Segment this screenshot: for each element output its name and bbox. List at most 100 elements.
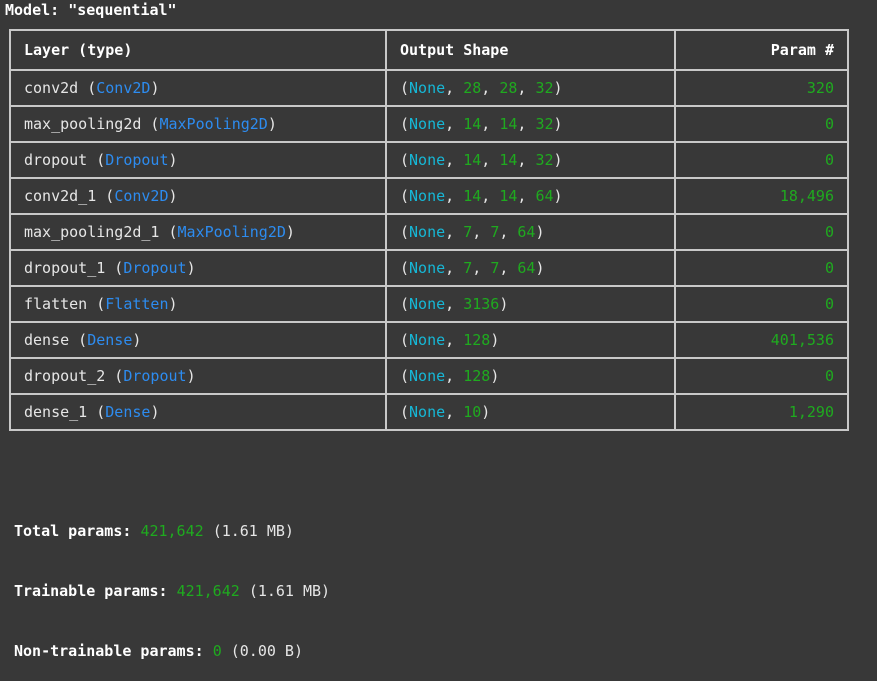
shape-batch-dim: None <box>409 295 446 313</box>
layer-cell: dense_1 (Dense) <box>9 393 387 431</box>
table-row: max_pooling2d (MaxPooling2D) (None, 14, 1… <box>9 105 849 143</box>
table-row: dense_1 (Dense) (None, 10) 1,290 <box>9 393 849 431</box>
layer-cell: conv2d_1 (Conv2D) <box>9 177 387 215</box>
params-summary: Total params: 421,642 (1.61 MB) Trainabl… <box>14 481 330 681</box>
output-shape-cell: (None, 128) <box>385 357 676 395</box>
output-shape-cell: (None, 7, 7, 64) <box>385 213 676 251</box>
param-count-cell: 0 <box>674 357 849 395</box>
shape-dim: 64 <box>535 187 554 205</box>
column-header-layer: Layer (type) <box>9 29 387 71</box>
shape-dim: 32 <box>535 115 554 133</box>
layer-type: Dropout <box>123 367 187 385</box>
layer-type: MaxPooling2D <box>159 115 268 133</box>
model-summary-table: Layer (type) Output Shape Param # conv2d… <box>9 29 849 431</box>
table-row: max_pooling2d_1 (MaxPooling2D) (None, 7, … <box>9 213 849 251</box>
param-count-cell: 0 <box>674 105 849 143</box>
layer-name: flatten <box>24 295 88 313</box>
non-trainable-params-label: Non-trainable params: <box>14 642 204 660</box>
trainable-params-value: 421,642 <box>176 582 240 600</box>
shape-dim: 14 <box>463 115 482 133</box>
param-count: 401,536 <box>770 331 834 349</box>
shape-batch-dim: None <box>409 403 446 421</box>
non-trainable-params-value: 0 <box>212 642 222 660</box>
trainable-params-label: Trainable params: <box>14 582 168 600</box>
shape-dim: 14 <box>499 187 518 205</box>
shape-batch-dim: None <box>409 115 446 133</box>
table-row: dropout_2 (Dropout) (None, 128) 0 <box>9 357 849 395</box>
table-header-row: Layer (type) Output Shape Param # <box>9 29 849 71</box>
output-shape-cell: (None, 10) <box>385 393 676 431</box>
shape-dim: 14 <box>463 187 482 205</box>
layer-type: Dense <box>87 331 133 349</box>
trainable-params-size: (1.61 MB) <box>248 582 331 600</box>
output-shape-cell: (None, 7, 7, 64) <box>385 249 676 287</box>
shape-batch-dim: None <box>409 223 446 241</box>
shape-dim: 128 <box>463 331 491 349</box>
shape-dim: 7 <box>490 223 500 241</box>
param-count-cell: 0 <box>674 141 849 179</box>
shape-batch-dim: None <box>409 187 446 205</box>
param-count: 0 <box>824 115 834 133</box>
shape-dim: 14 <box>463 151 482 169</box>
param-count: 0 <box>824 259 834 277</box>
output-shape-cell: (None, 3136) <box>385 285 676 323</box>
output-shape-cell: (None, 28, 28, 32) <box>385 69 676 107</box>
shape-batch-dim: None <box>409 331 446 349</box>
layer-type: Conv2D <box>114 187 169 205</box>
param-count-cell: 18,496 <box>674 177 849 215</box>
table-row: conv2d (Conv2D) (None, 28, 28, 32) 320 <box>9 69 849 107</box>
layer-name: max_pooling2d_1 <box>24 223 160 241</box>
param-count-cell: 401,536 <box>674 321 849 359</box>
total-params-size: (1.61 MB) <box>212 522 294 540</box>
non-trainable-params-size: (0.00 B) <box>230 642 303 660</box>
shape-batch-dim: None <box>409 259 446 277</box>
total-params-value: 421,642 <box>140 522 204 540</box>
column-header-params: Param # <box>674 29 849 71</box>
layer-type: Flatten <box>105 295 169 313</box>
layer-name: dropout_2 <box>24 367 106 385</box>
output-shape-cell: (None, 14, 14, 64) <box>385 177 676 215</box>
layer-cell: max_pooling2d_1 (MaxPooling2D) <box>9 213 387 251</box>
shape-dim: 64 <box>517 223 536 241</box>
shape-dim: 128 <box>463 367 491 385</box>
output-shape-cell: (None, 14, 14, 32) <box>385 141 676 179</box>
shape-batch-dim: None <box>409 367 446 385</box>
trainable-params-line: Trainable params: 421,642 (1.61 MB) <box>14 581 330 601</box>
output-shape-cell: (None, 128) <box>385 321 676 359</box>
param-count-cell: 0 <box>674 249 849 287</box>
param-count: 1,290 <box>788 403 834 421</box>
param-count: 18,496 <box>779 187 834 205</box>
shape-dim: 64 <box>517 259 536 277</box>
layer-type: MaxPooling2D <box>177 223 286 241</box>
total-params-line: Total params: 421,642 (1.61 MB) <box>14 521 330 541</box>
layer-cell: dropout_1 (Dropout) <box>9 249 387 287</box>
table-row: flatten (Flatten) (None, 3136) 0 <box>9 285 849 323</box>
total-params-label: Total params: <box>14 522 132 540</box>
param-count: 320 <box>806 79 834 97</box>
layer-name: dropout <box>24 151 88 169</box>
layer-name: dense <box>24 331 70 349</box>
param-count-cell: 1,290 <box>674 393 849 431</box>
layer-name: dense_1 <box>24 403 88 421</box>
layer-type: Dropout <box>123 259 187 277</box>
layer-type: Dense <box>105 403 151 421</box>
param-count: 0 <box>824 367 834 385</box>
shape-dim: 7 <box>463 223 473 241</box>
layer-cell: dense (Dense) <box>9 321 387 359</box>
shape-batch-dim: None <box>409 79 446 97</box>
table-row: dropout_1 (Dropout) (None, 7, 7, 64) 0 <box>9 249 849 287</box>
output-shape-cell: (None, 14, 14, 32) <box>385 105 676 143</box>
layer-type: Conv2D <box>96 79 151 97</box>
model-title: Model: "sequential" <box>5 1 177 19</box>
shape-dim: 7 <box>490 259 500 277</box>
layer-name: conv2d <box>24 79 79 97</box>
layer-name: conv2d_1 <box>24 187 97 205</box>
shape-dim: 28 <box>499 79 518 97</box>
table-body: conv2d (Conv2D) (None, 28, 28, 32) 320 max_… <box>9 69 849 431</box>
param-count-cell: 320 <box>674 69 849 107</box>
shape-dim: 3136 <box>463 295 500 313</box>
param-count: 0 <box>824 223 834 241</box>
layer-cell: dropout_2 (Dropout) <box>9 357 387 395</box>
table-row: dropout (Dropout) (None, 14, 14, 32) 0 <box>9 141 849 179</box>
param-count: 0 <box>824 295 834 313</box>
